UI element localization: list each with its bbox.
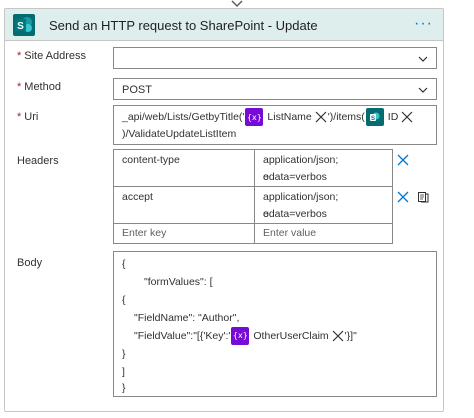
body-field-value-line: "FieldValue":"[{'Key':' {x} OtherUserClaim…	[134, 326, 357, 346]
svg-text:S: S	[17, 21, 24, 32]
delete-header-icon[interactable]	[397, 154, 409, 166]
uri-text-middle: ')/items(	[327, 110, 365, 123]
site-address-dropdown[interactable]	[113, 47, 437, 69]
id-token[interactable]: S ID	[365, 108, 414, 126]
card-header[interactable]: S Send an HTTP request to SharePoint - U…	[5, 9, 443, 41]
uri-input[interactable]: _api/web/Lists/GetbyTitle(' {x} ListName ')…	[113, 105, 437, 145]
otheruserclaim-token-label: OtherUserClaim	[253, 330, 329, 343]
method-dropdown[interactable]: POST	[113, 78, 437, 100]
listname-token-label: ListName	[267, 111, 312, 123]
switch-to-text-mode-icon[interactable]	[417, 191, 429, 203]
chevron-down-icon	[418, 87, 428, 93]
card-title: Send an HTTP request to SharePoint - Upd…	[49, 18, 318, 33]
body-line: "formValues": [	[144, 276, 213, 288]
method-label: * Method	[17, 81, 61, 93]
uri-text-line2: )/ValidateUpdateListItem	[122, 128, 237, 140]
listname-token[interactable]: {x} ListName	[245, 108, 327, 126]
more-options-button[interactable]: ···	[414, 15, 433, 33]
id-token-label: ID	[387, 111, 399, 123]
headers-label: Headers	[17, 155, 59, 167]
key-placeholder: Enter key	[122, 227, 167, 239]
arrow-down-icon	[231, 0, 243, 8]
header-key-input[interactable]: content-type	[113, 149, 255, 187]
uri-label: * Uri	[17, 111, 39, 123]
method-value: POST	[122, 84, 152, 96]
sharepoint-logo-icon: S	[13, 14, 35, 36]
otheruserclaim-token[interactable]: {x} OtherUserClaim	[231, 327, 344, 346]
header-key-input[interactable]: Enter key	[113, 223, 255, 244]
site-address-label: * Site Address	[17, 50, 87, 62]
header-value-input[interactable]: application/json; odata=verbos e	[254, 186, 393, 224]
svg-text:S: S	[371, 116, 375, 122]
chevron-down-icon	[418, 56, 428, 62]
body-line: {	[122, 258, 126, 270]
body-line: }	[122, 348, 126, 360]
body-line: "FieldName": "Author",	[134, 312, 240, 324]
body-line: ]	[122, 366, 125, 378]
variable-icon: {x}	[231, 327, 250, 346]
body-line: }	[122, 382, 126, 394]
delete-header-icon[interactable]	[397, 191, 409, 203]
header-value-input[interactable]: application/json; odata=verbos e	[254, 149, 393, 187]
remove-token-icon[interactable]	[401, 111, 413, 123]
sharepoint-token-icon: S	[365, 108, 384, 126]
header-key-input[interactable]: accept	[113, 186, 255, 224]
header-value-input[interactable]: Enter value	[254, 223, 393, 244]
variable-icon: {x}	[245, 108, 264, 126]
remove-token-icon[interactable]	[332, 330, 344, 342]
value-placeholder: Enter value	[263, 227, 317, 239]
remove-token-icon[interactable]	[315, 111, 327, 123]
body-label: Body	[17, 257, 43, 269]
action-card: S Send an HTTP request to SharePoint - U…	[4, 8, 444, 412]
body-input[interactable]: { "formValues": [ { "FieldName": "Author…	[113, 251, 437, 397]
body-line: {	[122, 294, 126, 306]
uri-text-prefix: _api/web/Lists/GetbyTitle('	[122, 110, 245, 123]
